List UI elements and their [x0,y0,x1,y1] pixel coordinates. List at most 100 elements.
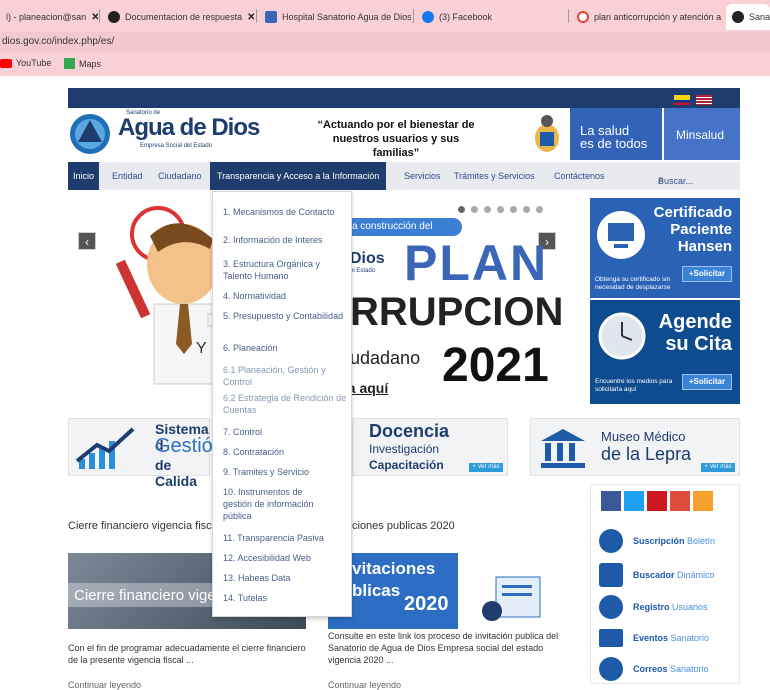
rss-icon[interactable] [693,491,713,511]
cita-card[interactable]: Agende su Cita Encuentre los medios para… [590,300,740,404]
tab[interactable]: l) - planeacion@san ✕ [0,4,98,30]
nav-tramites[interactable]: Trámites y Servicios [454,162,535,190]
social-row-buscador[interactable]: Buscador Dinámico [599,563,715,587]
search-input[interactable]: ⌕ Buscar... [658,167,738,186]
slider-dot[interactable] [458,206,465,213]
twitter-icon[interactable] [624,491,644,511]
nav-transparencia[interactable]: Transparencia y Acceso a la Información [210,162,387,190]
cita-small: Encuentre los medios para solicitarla aq… [595,378,673,393]
solicitar-cita-button[interactable]: +Solicitar [682,374,732,390]
dropdown-item[interactable]: 1. Mecanismos de Contacto [223,206,351,218]
calidad-banner[interactable]: Sistema d Gestió de Calida [68,418,213,489]
social-icons [601,491,713,511]
solicitar-button[interactable]: +Solicitar [682,266,732,282]
tab[interactable]: plan anticorrupción y atención a ✕ [571,4,723,30]
ver-mas-button[interactable]: + Ver más [469,463,503,472]
tab-separator [568,9,569,23]
tab-title: l) - planeacion@san [6,12,87,22]
google-plus-icon[interactable] [670,491,690,511]
bookmark-youtube[interactable]: YouTube [0,58,51,68]
continuar-link[interactable]: Continuar leyendo [68,680,141,690]
row-bold: Registro [633,602,670,612]
tab-title: Documentacion de respuesta [125,12,243,22]
salud-banner[interactable]: La salud es de todos [570,108,662,160]
dropdown-item[interactable]: 14. Tutelas [223,592,351,604]
hansen-small: Obtenga su certificado sin necesidad de … [595,276,671,291]
social-row-suscripcion[interactable]: Suscripción Boletín [599,529,715,553]
youtube-icon[interactable] [647,491,667,511]
dropdown-item[interactable]: 13. Habeas Data [223,572,351,584]
cierre-image-text: Cierre financiero vige [74,587,216,604]
dropdown-item[interactable]: 8. Contratación [223,446,351,458]
invitaciones-image[interactable]: vitaciones blicas 2020 [328,553,566,629]
tab[interactable]: Hospital Sanatorio Agua de Dios ✕ [259,4,411,30]
dropdown-item[interactable]: 3. Estructura Orgánica y Talento Humano [223,258,351,282]
slider-corrupcion: RRUPCION [350,290,564,334]
tab[interactable]: (3) Facebook [416,4,566,30]
favicon-icon [732,11,744,23]
computer-icon [597,211,645,259]
tab-title: (3) Facebook [439,12,493,22]
museo-banner[interactable]: Museo Médico de la Lepra + Ver más [530,418,740,476]
cita-line2: su Cita [665,333,732,355]
nav-entidad[interactable]: Entidad [112,162,143,190]
bookmark-maps[interactable]: Maps [64,58,101,69]
minsalud-link[interactable]: Minsalud [664,108,740,160]
logo-icon[interactable] [68,112,112,156]
inv-img3: 2020 [404,593,449,615]
dropdown-item[interactable]: 9. Tramites y Servicio [223,466,351,478]
close-icon[interactable]: ✕ [91,12,98,23]
flag-english-icon[interactable] [696,95,712,105]
address-bar[interactable]: dios.gov.co/index.php/es/ [0,32,770,52]
social-row-registro[interactable]: Registro Usuarios [599,595,708,619]
slider-dot[interactable] [497,206,504,213]
dropdown-item[interactable]: 2. Información de Interes [223,234,351,246]
slider-dot[interactable] [471,206,478,213]
slider-dot[interactable] [523,206,530,213]
bookmark-label: Maps [79,58,102,69]
invitaciones-title: ciones publicas 2020 [352,520,455,532]
logo-title[interactable]: Agua de Dios [118,114,260,142]
dropdown-item[interactable]: 6. Planeación [223,342,351,354]
continuar-link[interactable]: Continuar leyendo [328,680,401,690]
row-light: Boletín [687,536,716,546]
tab-active[interactable]: Sanato [726,4,770,30]
document-icon [482,576,541,621]
tab[interactable]: Documentacion de respuesta ✕ [102,4,254,30]
slider-prev-button[interactable]: ‹ [78,232,96,250]
dropdown-item[interactable]: 7. Control [223,426,351,438]
docencia-banner[interactable]: Docencia Investigación Capacitación + Ve… [352,418,508,476]
site-header: Sanatorio de Agua de Dios Empresa Social… [68,108,740,160]
nav-inicio[interactable]: Inicio [68,162,100,190]
slider-dot[interactable] [536,206,543,213]
dropdown-item[interactable]: 11. Transparencia Pasiva [223,532,351,544]
search-placeholder: Buscar... [658,176,694,186]
dropdown-item[interactable]: 10. Instrumentos de gestión de informaci… [223,486,333,522]
slider-dot[interactable] [484,206,491,213]
social-panel: Suscripción Boletín Buscador Dinámico Re… [590,484,740,684]
facebook-icon[interactable] [601,491,621,511]
nav-servicios[interactable]: Servicios [404,162,441,190]
hansen-card[interactable]: Certificado Paciente Hansen Obtenga su c… [590,198,740,298]
dropdown-item[interactable]: 4. Normatividad [223,290,351,302]
ver-mas-button[interactable]: + Ver más [701,463,735,472]
museum-icon [541,429,585,468]
nav-contactenos[interactable]: Contáctenos [554,162,605,190]
tab-separator [256,9,257,23]
dropdown-item[interactable]: 6.1 Planeación, Gestión y Control [223,364,351,388]
nav-ciudadano[interactable]: Ciudadano [158,162,202,190]
row-bold: Suscripción [633,536,685,546]
clock-icon [598,312,646,360]
slider-dot[interactable] [510,206,517,213]
dropdown-item[interactable]: 12. Accesibilidad Web [223,552,351,564]
bookmark-label: YouTube [16,58,52,68]
cierre-title: Cierre financiero vigencia fiscal [68,520,221,532]
dropdown-item[interactable]: 6.2 Estrategia de Rendición de Cuentas [223,392,353,416]
dropdown-item[interactable]: 5. Presupuesto y Contabilidad [223,310,351,322]
flag-colombia-icon[interactable] [674,95,690,105]
social-row-eventos[interactable]: Eventos Sanatorio [599,629,709,647]
download-icon [599,563,623,587]
close-icon[interactable]: ✕ [247,12,254,23]
social-row-correos[interactable]: Correos Sanatorio [599,657,709,681]
calidad-line3: de Calida [155,457,198,489]
